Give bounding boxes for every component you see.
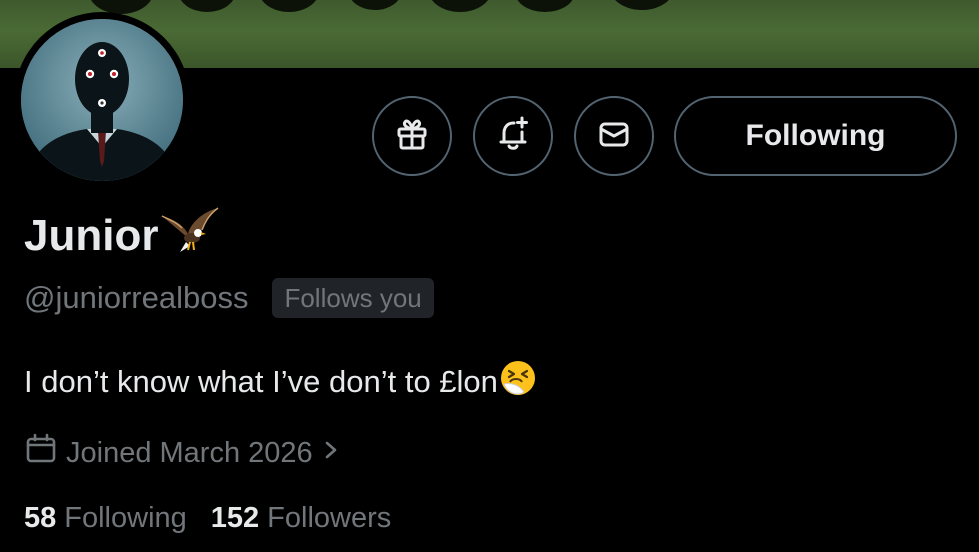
- followers-stat[interactable]: 152 Followers: [211, 502, 391, 535]
- banner-shape: [428, 0, 492, 12]
- bio: I don’t know what I’ve don’t to £lon: [24, 358, 538, 406]
- bell-plus-icon: [493, 114, 533, 159]
- joined-text: Joined March 2026: [66, 436, 313, 469]
- banner-shape: [515, 0, 575, 12]
- calendar-icon: [24, 432, 58, 474]
- follow-stats: 58 Following 152 Followers: [24, 502, 391, 535]
- following-count: 58: [24, 502, 57, 534]
- followers-stat-label: Followers: [267, 502, 392, 534]
- display-name: Junior: [24, 206, 220, 266]
- banner-shape: [348, 0, 402, 10]
- gift-button[interactable]: [372, 96, 452, 176]
- followers-count: 152: [210, 502, 260, 534]
- handle: @juniorrealboss: [24, 280, 249, 315]
- envelope-icon: [594, 114, 634, 159]
- follows-you-badge: Follows you: [272, 278, 434, 318]
- following-stat[interactable]: 58 Following: [24, 502, 187, 535]
- handle-row: @juniorrealboss Follows you: [24, 278, 434, 318]
- following-stat-label: Following: [64, 502, 187, 534]
- chevron-right-icon: [321, 437, 341, 470]
- avatar[interactable]: [14, 12, 190, 188]
- avatar-image: [21, 19, 183, 181]
- display-name-text: Junior: [24, 211, 159, 260]
- following-button[interactable]: Following: [674, 96, 957, 176]
- sneezing-face-icon: [498, 358, 538, 406]
- banner-shape: [610, 0, 674, 10]
- banner-shape: [178, 0, 236, 12]
- eagle-icon: [160, 204, 220, 269]
- banner-shape: [258, 0, 320, 12]
- gift-icon: [392, 114, 432, 159]
- bio-text: I don’t know what I’ve don’t to £lon: [24, 364, 498, 399]
- joined-date[interactable]: Joined March 2026: [24, 432, 341, 474]
- notifications-button[interactable]: [473, 96, 553, 176]
- message-button[interactable]: [574, 96, 654, 176]
